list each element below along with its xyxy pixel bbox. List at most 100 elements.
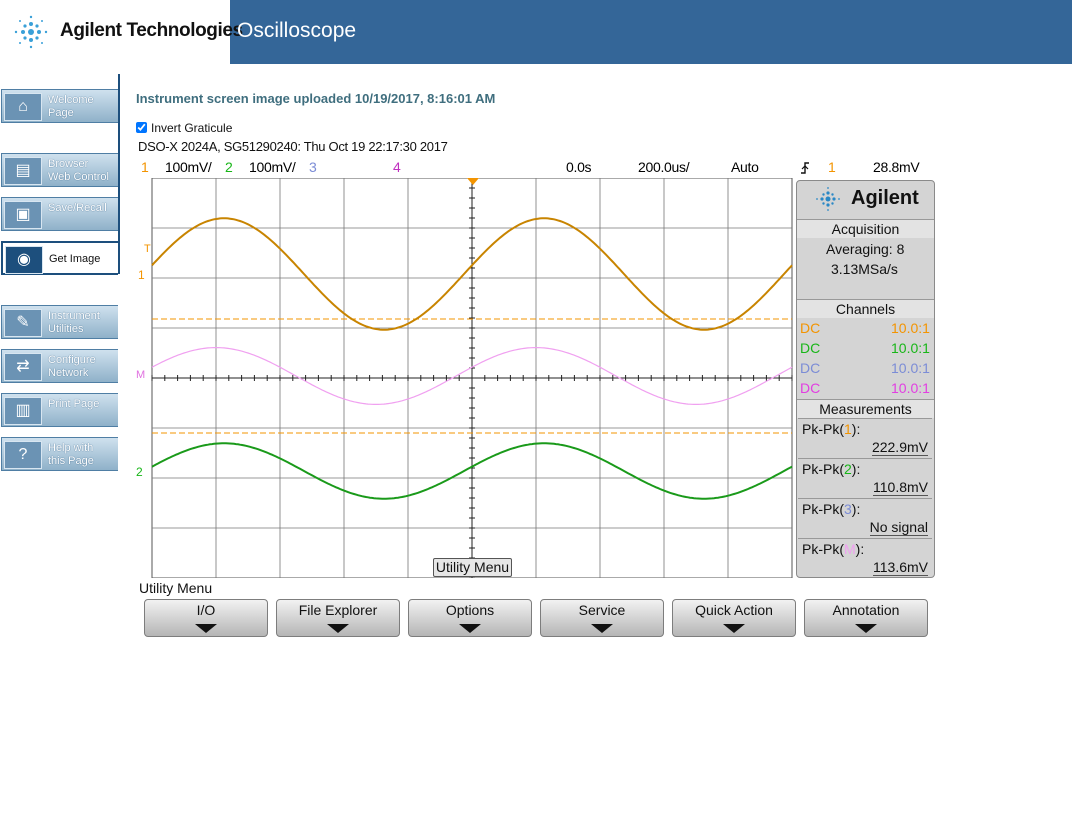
sidebar-button[interactable]: ? Help with this Page [1,437,118,471]
ch3-number: 3 [309,159,317,175]
sidebar-item-label: Configure Network [48,354,96,379]
softkey-service[interactable]: Service [540,599,664,637]
sidebar-button[interactable]: ⌂ Welcome Page [1,89,118,123]
acquisition-mode: Averaging: 8 [826,241,905,257]
trigger-edge-icon [801,162,809,174]
measurement-value: 110.8mV [873,479,928,496]
trigger-level-marker: T [144,243,151,255]
ch1-number: 1 [141,159,149,175]
softkey-label: File Explorer [298,602,378,618]
arrow-down-icon [723,624,745,633]
softkey-quick-action[interactable]: Quick Action [672,599,796,637]
sidebar-button[interactable]: ◉ Get Image [1,241,118,275]
scope-icon: ▤ [4,157,42,185]
measurement-label: Pk-Pk(M): [802,541,864,557]
channel-1-probe: 10.0:1 [891,320,930,336]
measurement-suffix: ): [851,421,861,437]
measurement-row: Pk-Pk(3): No signal [798,498,932,539]
softkey-i-o[interactable]: I/O [144,599,268,637]
help-icon: ? [4,441,42,469]
softkey-label: Service [578,602,626,618]
arrow-down-icon [855,624,877,633]
delay-value: 0.0s [566,159,592,175]
measurement-type: Pk-Pk( [802,421,844,437]
measurement-value: 113.6mV [873,559,928,576]
sidebar-item-configure[interactable]: ⇄ Configure Network [0,349,120,385]
measurement-suffix: ): [851,461,861,477]
arrow-down-icon [591,624,613,633]
channel-4-probe: 10.0:1 [891,380,930,396]
ch2-ground-marker: 2 [136,465,143,479]
measurement-type: Pk-Pk( [802,541,844,557]
sidebar-button[interactable]: ✎ Instrument Utilities [1,305,118,339]
disk-icon: ▣ [4,201,42,229]
page-title: Oscilloscope [237,19,357,42]
sidebar-item-save-recall[interactable]: ▣ Save/Recall [0,197,120,233]
ch1-ground-marker: 1 [138,268,145,282]
sidebar-item-label: Welcome Page [48,94,94,119]
sample-rate: 3.13MSa/s [831,261,898,277]
softkey-label: Quick Action [695,602,773,618]
sidebar-button[interactable]: ▣ Save/Recall [1,197,118,231]
channel-2-coupling: DC [800,340,821,356]
acquisition-header: Acquisition [797,219,934,238]
softkey-label: Options [445,602,495,618]
arrow-down-icon [327,624,349,633]
ch1-scale: 100mV/ [165,159,212,175]
utility-menu-button[interactable]: Utility Menu [433,558,512,577]
timebase-value: 200.0us/ [638,159,690,175]
measurement-value: No signal [869,519,928,536]
sidebar-item-browser[interactable]: ▤ Browser Web Control [0,153,120,189]
sidebar-item-label: Save/Recall [48,202,107,214]
home-icon: ⌂ [4,93,42,121]
softkey-label: I/O [196,602,216,618]
wrench-icon: ✎ [4,309,42,337]
ch2-scale: 100mV/ [249,159,296,175]
softkey-annotation[interactable]: Annotation [804,599,928,637]
measurement-source: 2 [844,461,852,477]
measurement-type: Pk-Pk( [802,501,844,517]
channel-3-coupling: DC [800,360,821,376]
invert-graticule-option[interactable]: Invert Graticule [136,121,232,135]
channel-4-coupling: DC [800,380,821,396]
sidebar-item-print-page[interactable]: ▥ Print Page [0,393,120,429]
sidebar-item-label: Instrument Utilities [48,310,100,335]
invert-graticule-label: Invert Graticule [151,121,233,135]
softkey-options[interactable]: Options [408,599,532,637]
softkey-file-explorer[interactable]: File Explorer [276,599,400,637]
channel-3-probe: 10.0:1 [891,360,930,376]
network-icon: ⇄ [4,353,42,381]
sidebar-item-get-image[interactable]: ◉ Get Image [0,241,120,277]
math-ground-marker: M [136,369,145,381]
sidebar-button[interactable]: ⇄ Configure Network [1,349,118,383]
instrument-id-line: DSO-X 2024A, SG51290240: Thu Oct 19 22:1… [138,139,448,154]
measurement-label: Pk-Pk(2): [802,461,860,477]
arrow-down-icon [195,624,217,633]
trigger-mode: Auto [731,159,759,175]
measurement-row: Pk-Pk(1): 222.9mV [798,418,932,459]
sidebar-button[interactable]: ▥ Print Page [1,393,118,427]
channels-header: Channels [797,299,934,318]
camera-icon: ◉ [5,246,43,274]
agilent-spark-icon [14,15,48,49]
measurement-row: Pk-Pk(M): 113.6mV [798,538,932,579]
brand-name: Agilent Technologies [60,20,243,41]
sidebar-item-label: Get Image [49,253,101,265]
sidebar-item-instrument[interactable]: ✎ Instrument Utilities [0,305,120,341]
sidebar-item-welcome[interactable]: ⌂ Welcome Page [0,89,120,125]
softkey-menu-label: Utility Menu [139,580,213,596]
sidebar-item-label: Print Page [48,398,100,410]
agilent-panel-logo-icon [816,187,840,211]
sidebar-item-help-with[interactable]: ? Help with this Page [0,437,120,473]
sidebar-button[interactable]: ▤ Browser Web Control [1,153,118,187]
sidebar-item-label: Browser Web Control [48,158,109,183]
measurement-suffix: ): [851,501,861,517]
measurement-row: Pk-Pk(2): 110.8mV [798,458,932,499]
channel-2-probe: 10.0:1 [891,340,930,356]
measurement-label: Pk-Pk(3): [802,501,860,517]
measurements-header: Measurements [797,399,934,418]
invert-graticule-checkbox[interactable] [136,122,147,133]
sidebar-item-label: Help with this Page [48,442,94,467]
scope-display: T 1 M 2 [136,178,794,578]
measurement-suffix: ): [855,541,865,557]
